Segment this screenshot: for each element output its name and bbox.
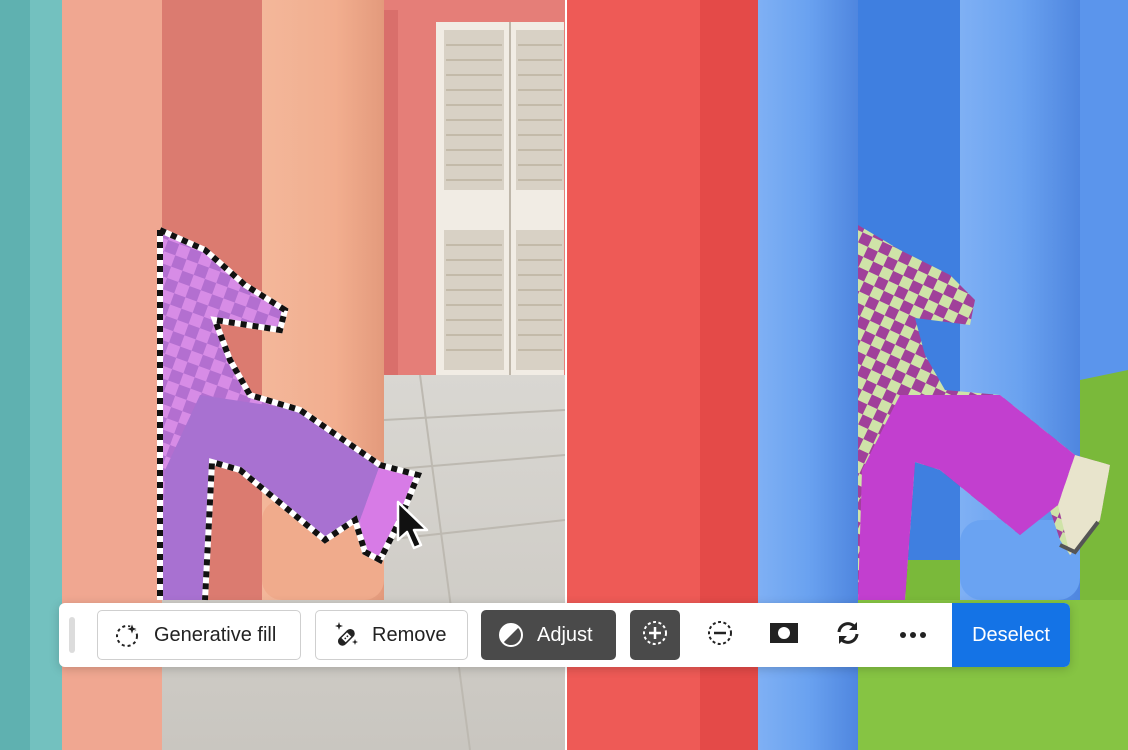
contextual-task-bar: Generative fill Remove Adjust Deselect [59, 603, 1070, 667]
bandage-sparkle-icon [332, 621, 360, 649]
more-options-icon [899, 626, 927, 644]
add-to-selection-button[interactable] [630, 610, 680, 660]
add-selection-icon [641, 619, 669, 652]
photo-editor-canvas: Generative fill Remove Adjust Deselect [0, 0, 1128, 750]
half-circle-adjust-icon [497, 621, 525, 649]
mask-icon [769, 621, 799, 650]
subtract-from-selection-button[interactable] [695, 610, 745, 660]
adjust-button[interactable]: Adjust [481, 610, 616, 660]
generative-fill-label: Generative fill [154, 623, 277, 646]
remove-label: Remove [372, 623, 447, 646]
generative-fill-button[interactable]: Generative fill [97, 610, 301, 660]
create-mask-button[interactable] [759, 610, 809, 660]
sparkle-selection-icon [114, 621, 142, 649]
adjust-label: Adjust [537, 623, 593, 646]
subtract-selection-icon [706, 619, 734, 652]
drag-handle[interactable] [69, 617, 75, 653]
remove-button[interactable]: Remove [315, 610, 468, 660]
more-options-button[interactable] [888, 610, 938, 660]
refresh-arrows-icon [834, 619, 862, 652]
invert-selection-button[interactable] [823, 610, 873, 660]
mouse-pointer-icon [396, 500, 429, 550]
deselect-button[interactable]: Deselect [952, 603, 1070, 667]
deselect-label: Deselect [972, 623, 1050, 646]
